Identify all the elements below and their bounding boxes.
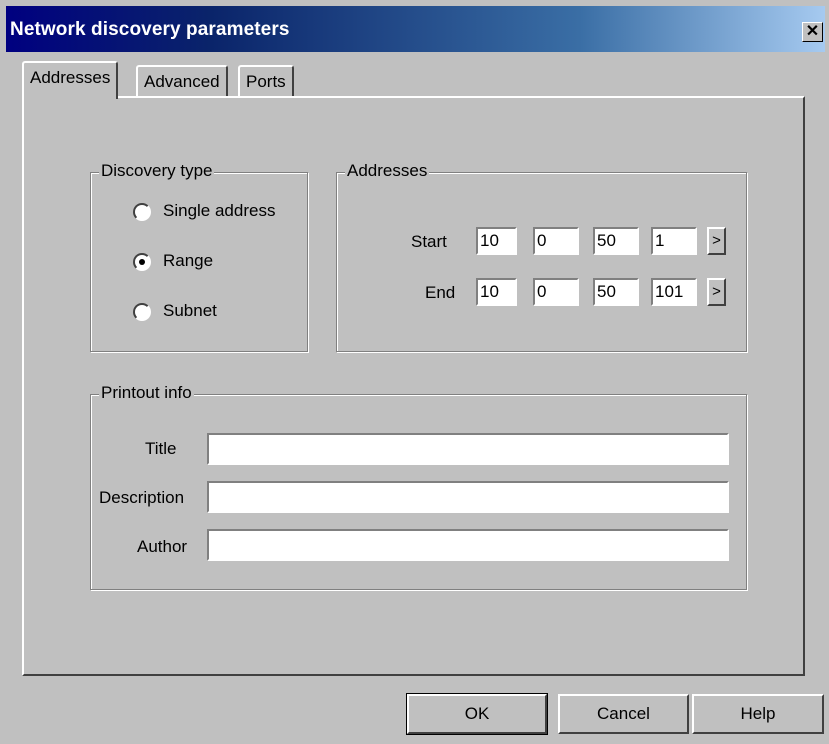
start-octet-4[interactable]: 1 bbox=[651, 227, 697, 255]
tab-addresses[interactable]: Addresses bbox=[22, 61, 119, 99]
end-octet-4[interactable]: 101 bbox=[651, 278, 697, 306]
description-field[interactable] bbox=[207, 481, 729, 513]
tab-ports[interactable]: Ports bbox=[238, 65, 294, 98]
discovery-type-group: Discovery type Single address Range Subn… bbox=[90, 161, 308, 352]
radio-subnet-indicator[interactable] bbox=[133, 303, 151, 321]
end-octet-3[interactable]: 50 bbox=[593, 278, 639, 306]
addresses-group-label: Addresses bbox=[345, 161, 430, 181]
radio-single-address-indicator[interactable] bbox=[133, 203, 151, 221]
radio-range-indicator[interactable] bbox=[133, 253, 151, 271]
tab-panel-addresses: Discovery type Single address Range Subn… bbox=[22, 96, 805, 676]
window-title: Network discovery parameters bbox=[10, 19, 290, 40]
discovery-type-label: Discovery type bbox=[99, 161, 215, 181]
title-bar[interactable]: Network discovery parameters ✕ bbox=[6, 6, 825, 52]
start-octet-3[interactable]: 50 bbox=[593, 227, 639, 255]
title-field[interactable] bbox=[207, 433, 729, 465]
author-label: Author bbox=[137, 537, 188, 556]
start-label: Start bbox=[411, 232, 447, 251]
end-next-arrow-icon[interactable]: > bbox=[707, 278, 726, 306]
printout-info-label: Printout info bbox=[99, 383, 194, 403]
network-discovery-dialog: Network discovery parameters ✕ Addresses… bbox=[0, 0, 829, 744]
radio-single-address-label[interactable]: Single address bbox=[163, 201, 275, 221]
tab-advanced[interactable]: Advanced bbox=[136, 65, 228, 98]
start-octet-2[interactable]: 0 bbox=[533, 227, 579, 255]
start-next-arrow-icon[interactable]: > bbox=[707, 227, 726, 255]
start-octet-1[interactable]: 10 bbox=[476, 227, 517, 255]
radio-subnet-label[interactable]: Subnet bbox=[163, 301, 217, 321]
printout-info-group: Printout info Title Description Author bbox=[90, 383, 747, 590]
close-icon[interactable]: ✕ bbox=[802, 22, 823, 42]
end-octet-1[interactable]: 10 bbox=[476, 278, 517, 306]
cancel-button[interactable]: Cancel bbox=[558, 694, 689, 734]
ok-button[interactable]: OK bbox=[406, 693, 548, 735]
radio-range-label[interactable]: Range bbox=[163, 251, 213, 271]
end-octet-2[interactable]: 0 bbox=[533, 278, 579, 306]
help-button[interactable]: Help bbox=[692, 694, 824, 734]
end-label: End bbox=[425, 283, 456, 302]
author-field[interactable] bbox=[207, 529, 729, 561]
description-label: Description bbox=[99, 488, 185, 507]
addresses-group: Addresses Start 10 0 50 1 > End 10 0 50 … bbox=[336, 161, 747, 352]
title-label: Title bbox=[145, 439, 177, 458]
